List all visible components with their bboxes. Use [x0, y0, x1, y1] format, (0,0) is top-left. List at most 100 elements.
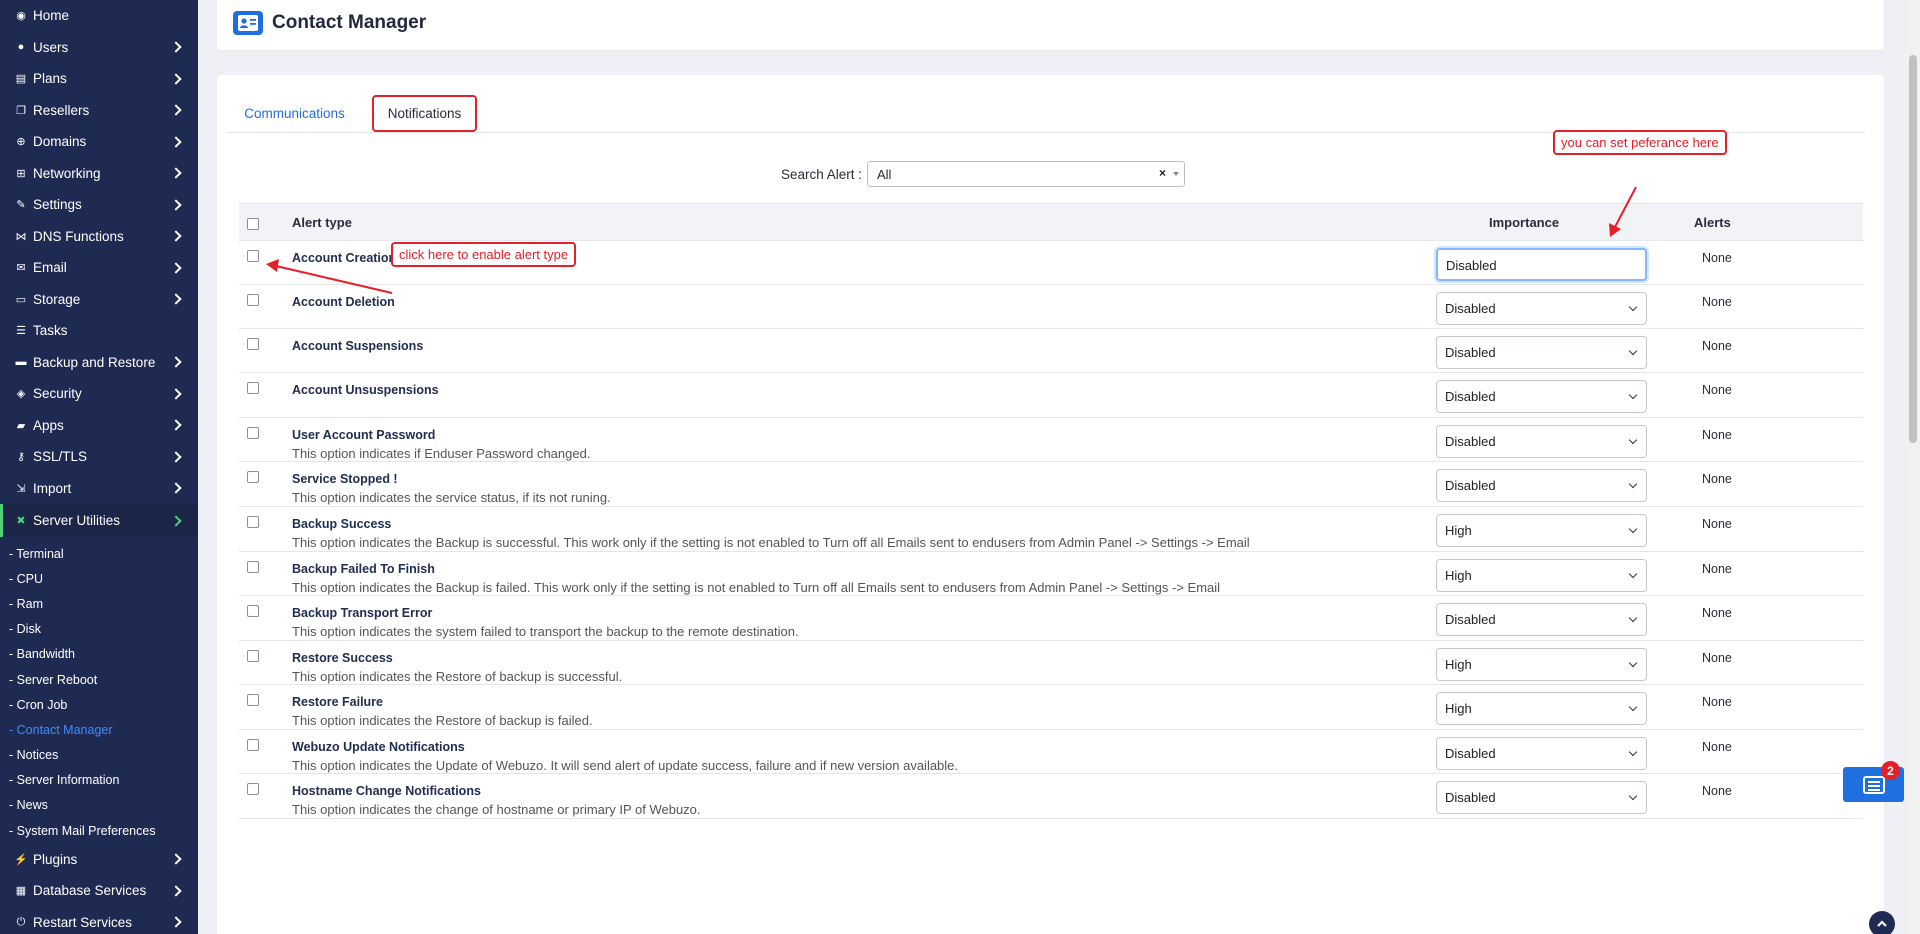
- submenu-item-cron-job[interactable]: - Cron Job: [0, 692, 198, 717]
- sidebar-item-networking[interactable]: ⊞ Networking: [0, 158, 198, 190]
- submenu-item-ram[interactable]: - Ram: [0, 591, 198, 616]
- scrollbar-thumb[interactable]: [1909, 55, 1917, 443]
- importance-select[interactable]: Disabled: [1436, 248, 1647, 281]
- submenu-item-news[interactable]: - News: [0, 793, 198, 818]
- importance-select[interactable]: Disabled: [1436, 781, 1647, 814]
- sidebar-item-label: Users: [33, 39, 69, 55]
- sidebar-item-tasks[interactable]: ☰ Tasks: [0, 315, 198, 347]
- importance-select[interactable]: Disabled: [1436, 425, 1647, 458]
- row-checkbox[interactable]: [247, 427, 259, 439]
- importance-select[interactable]: High: [1436, 648, 1647, 681]
- chevron-down-icon: [1628, 569, 1638, 579]
- sidebar-item-label: Apps: [33, 417, 64, 433]
- alert-description: This option indicates the Update of Webu…: [292, 758, 959, 773]
- sidebar-item-ssl-tls[interactable]: ⚷ SSL/TLS: [0, 441, 198, 473]
- page-header: Contact Manager: [217, 0, 1884, 50]
- tab-communications[interactable]: Communications: [227, 95, 362, 132]
- sidebar-item-storage[interactable]: ▭ Storage: [0, 284, 198, 316]
- alerts-value: None: [1702, 606, 1732, 620]
- row-checkbox[interactable]: [247, 382, 259, 394]
- row-checkbox[interactable]: [247, 471, 259, 483]
- table-row: Backup Transport Error This option indica…: [239, 596, 1863, 641]
- alert-title: Backup Failed To Finish: [292, 562, 435, 576]
- sidebar-item-label: Settings: [33, 197, 82, 213]
- alerts-value: None: [1702, 695, 1732, 709]
- table-row: Account Deletion Disabled None: [239, 285, 1863, 329]
- sidebar-item-domains[interactable]: ⊕ Domains: [0, 126, 198, 158]
- sidebar-item-email[interactable]: ✉ Email: [0, 252, 198, 284]
- select-all-checkbox[interactable]: [247, 218, 259, 230]
- sidebar-item-backup-and-restore[interactable]: ▬ Backup and Restore: [0, 347, 198, 379]
- sidebar-item-server-utilities[interactable]: ✖ Server Utilities: [0, 504, 198, 537]
- search-row: Search Alert : All ×: [217, 161, 1884, 189]
- clear-icon[interactable]: ×: [1159, 166, 1166, 180]
- importance-value: Disabled: [1445, 478, 1496, 493]
- importance-select[interactable]: Disabled: [1436, 603, 1647, 636]
- row-checkbox[interactable]: [247, 694, 259, 706]
- submenu-item-server-reboot[interactable]: - Server Reboot: [0, 667, 198, 692]
- search-alert-label: Search Alert :: [781, 167, 863, 182]
- sidebar-item-plans[interactable]: ▤ Plans: [0, 63, 198, 95]
- submenu-item-contact-manager[interactable]: - Contact Manager: [0, 717, 198, 742]
- row-checkbox[interactable]: [247, 650, 259, 662]
- importance-select[interactable]: Disabled: [1436, 380, 1647, 413]
- submenu-item-bandwidth[interactable]: - Bandwidth: [0, 642, 198, 667]
- sidebar-item-dns-functions[interactable]: ⋈ DNS Functions: [0, 221, 198, 253]
- content-card: Communications Notifications Search Aler…: [217, 75, 1884, 934]
- alerts-value: None: [1702, 251, 1732, 265]
- sidebar-item-users[interactable]: ● Users: [0, 32, 198, 64]
- chevron-right-icon: [170, 451, 182, 463]
- sidebar-item-restart-services[interactable]: ⏻ Restart Services: [0, 906, 198, 934]
- row-checkbox[interactable]: [247, 250, 259, 262]
- notifications-button[interactable]: 2: [1843, 761, 1904, 802]
- sidebar-item-settings[interactable]: ✎ Settings: [0, 189, 198, 221]
- submenu-item-disk[interactable]: - Disk: [0, 617, 198, 642]
- importance-select[interactable]: High: [1436, 559, 1647, 592]
- alert-title: Backup Transport Error: [292, 606, 433, 620]
- alerts-value: None: [1702, 562, 1732, 576]
- chevron-right-icon: [170, 136, 182, 148]
- tab-notifications[interactable]: Notifications: [372, 95, 477, 132]
- submenu-item-notices[interactable]: - Notices: [0, 743, 198, 768]
- chevron-down-icon: [1628, 613, 1638, 623]
- row-checkbox[interactable]: [247, 605, 259, 617]
- table-row: Restore Success This option indicates the…: [239, 641, 1863, 685]
- importance-select[interactable]: Disabled: [1436, 336, 1647, 369]
- submenu-item-system-mail-preferences[interactable]: - System Mail Preferences: [0, 818, 198, 843]
- scroll-to-top-button[interactable]: [1869, 911, 1895, 934]
- alert-title: Account Deletion: [292, 295, 395, 309]
- alert-description: This option indicates the Backup is fail…: [292, 580, 1221, 595]
- chevron-right-icon: [170, 230, 182, 242]
- search-alert-select[interactable]: All ×: [867, 161, 1185, 187]
- sidebar-item-label: Security: [33, 386, 82, 402]
- sidebar-item-resellers[interactable]: ❐ Resellers: [0, 95, 198, 127]
- sidebar-item-apps[interactable]: ▰ Apps: [0, 410, 198, 442]
- importance-select[interactable]: Disabled: [1436, 737, 1647, 770]
- row-checkbox[interactable]: [247, 739, 259, 751]
- row-checkbox[interactable]: [247, 338, 259, 350]
- sidebar-item-security[interactable]: ◈ Security: [0, 378, 198, 410]
- importance-select[interactable]: Disabled: [1436, 292, 1647, 325]
- alerts-value: None: [1702, 784, 1732, 798]
- importance-select[interactable]: High: [1436, 692, 1647, 725]
- row-checkbox[interactable]: [247, 294, 259, 306]
- alert-description: This option indicates if Enduser Passwor…: [292, 446, 591, 461]
- sidebar-item-plugins[interactable]: ⚡ Plugins: [0, 843, 198, 875]
- alert-description: This option indicates the Backup is succ…: [292, 535, 1250, 550]
- alert-title: Account Unsuspensions: [292, 383, 439, 397]
- importance-select[interactable]: Disabled: [1436, 469, 1647, 502]
- sidebar-item-home[interactable]: ◉ Home: [0, 0, 198, 32]
- row-checkbox[interactable]: [247, 561, 259, 573]
- sidebar-item-import[interactable]: ⇲ Import: [0, 473, 198, 505]
- row-checkbox[interactable]: [247, 783, 259, 795]
- importance-value: High: [1445, 523, 1472, 538]
- page-scrollbar[interactable]: [1906, 0, 1920, 934]
- import-icon: ⇲: [16, 482, 26, 495]
- importance-select[interactable]: High: [1436, 514, 1647, 547]
- submenu-item-server-information[interactable]: - Server Information: [0, 768, 198, 793]
- sidebar-item-database-services[interactable]: ▦ Database Services: [0, 875, 198, 907]
- submenu-item-cpu[interactable]: - CPU: [0, 566, 198, 591]
- submenu-item-terminal[interactable]: - Terminal: [0, 541, 198, 566]
- sidebar-item-label: Restart Services: [33, 914, 133, 930]
- row-checkbox[interactable]: [247, 516, 259, 528]
